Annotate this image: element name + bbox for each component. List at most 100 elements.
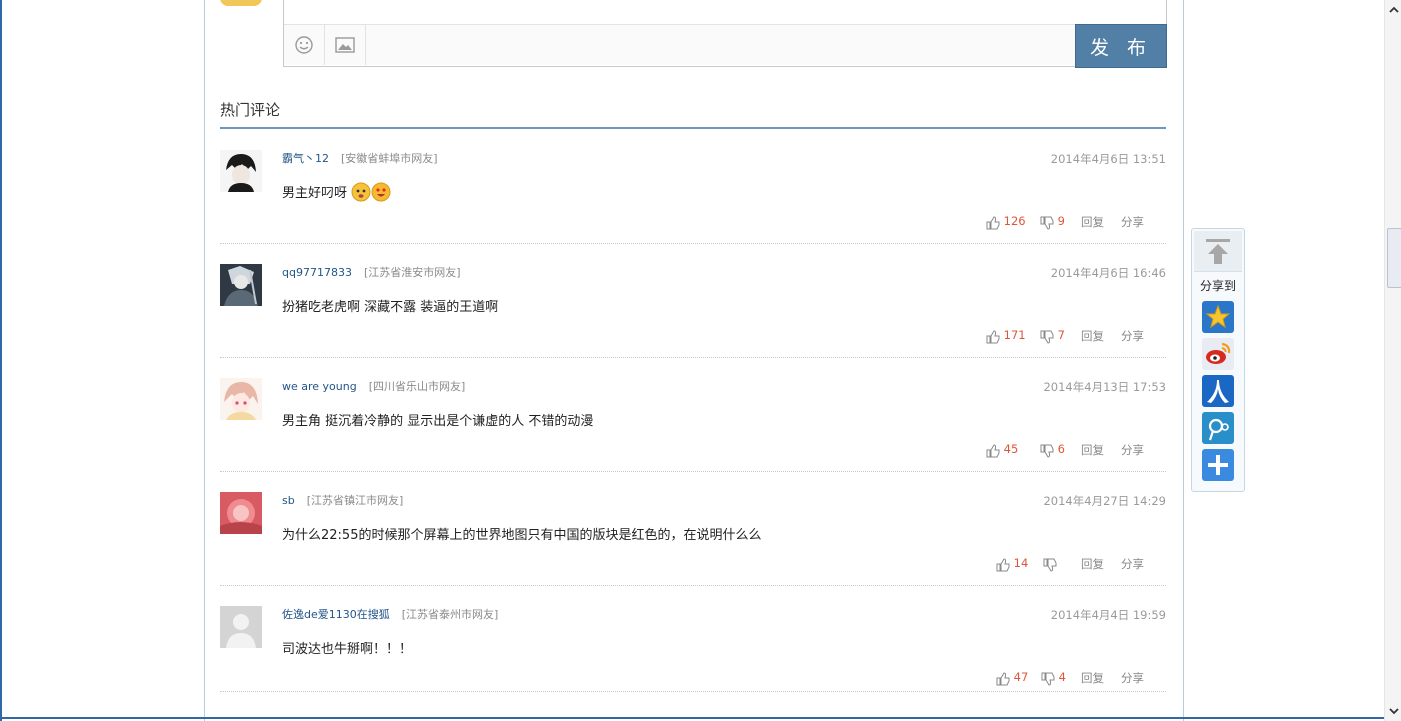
share-more-button[interactable]: [1202, 449, 1234, 481]
like-button[interactable]: 14: [996, 556, 1028, 572]
image-icon: [335, 37, 355, 53]
comment-content: 司波达也牛掰啊！！！: [282, 642, 413, 657]
comment-editor: 发 布: [283, 0, 1167, 68]
thumb-down-icon: [1040, 216, 1054, 230]
comment-item: 霸气丶12 [安徽省蚌埠市网友] 2014年4月6日 13:51 男主好叼呀 12…: [220, 142, 1166, 256]
username[interactable]: qq97717833 [江苏省淮安市网友]: [282, 264, 461, 280]
share-link[interactable]: 分享: [1121, 214, 1144, 230]
hot-comments-title: 热门评论: [220, 101, 281, 119]
plus-icon: [1208, 455, 1228, 475]
comment-divider: [220, 585, 1166, 586]
thumb-up-icon: [986, 444, 1000, 458]
user-location: [江苏省泰州市网友]: [401, 608, 499, 621]
dislike-button[interactable]: [1043, 556, 1057, 572]
comment-divider: [220, 357, 1166, 358]
comment-actions: 45 6 回复 分享: [986, 442, 1166, 458]
avatar[interactable]: [220, 378, 262, 420]
comment-content: 男主好叼呀: [282, 182, 391, 202]
thumb-down-icon: [1040, 330, 1054, 344]
user-location: [江苏省淮安市网友]: [363, 266, 461, 279]
avatar[interactable]: [220, 264, 262, 306]
thumb-up-icon: [986, 330, 1000, 344]
comment-content: 为什么22:55的时候那个屏幕上的世界地图只有中国的版块是红色的，在说明什么么: [282, 528, 762, 543]
share-link[interactable]: 分享: [1121, 442, 1144, 458]
username[interactable]: 佐逸de爱1130在搜狐 [江苏省泰州市网友]: [282, 606, 498, 622]
thumb-up-icon: [996, 672, 1010, 686]
emoji-heart-eyes-icon: [371, 182, 391, 202]
comment-divider: [220, 243, 1166, 244]
section-divider: [220, 127, 1166, 129]
arrow-up-to-top-icon: [1206, 239, 1230, 264]
publish-button[interactable]: 发 布: [1075, 24, 1167, 68]
scroll-up-button[interactable]: [1385, 1, 1401, 18]
smiley-icon: [295, 36, 313, 54]
comment-content: 男主角 挺沉着冷静的 显示出是个谦虚的人 不错的动漫: [282, 414, 594, 429]
share-widget: 分享到: [1191, 228, 1245, 492]
comment-textarea[interactable]: [284, 0, 1166, 25]
thumb-down-icon: [1040, 444, 1054, 458]
dislike-button[interactable]: 6: [1040, 442, 1065, 458]
avatar[interactable]: [220, 606, 262, 648]
emoji-button[interactable]: [284, 25, 325, 65]
avatar[interactable]: [220, 150, 262, 192]
user-location: [四川省乐山市网友]: [368, 380, 466, 393]
dislike-button[interactable]: 7: [1040, 328, 1065, 344]
comment-divider: [220, 471, 1166, 472]
scrollbar-thumb[interactable]: [1387, 228, 1401, 288]
reply-link[interactable]: 回复: [1081, 442, 1104, 458]
comment-item: sb [江苏省镇江市网友] 2014年4月27日 14:29 为什么22:55的时…: [220, 484, 1166, 598]
comment-time: 2014年4月6日 16:46: [1050, 266, 1166, 280]
share-to-label: 分享到: [1199, 279, 1236, 293]
comment-actions: 171 7 回复 分享: [986, 328, 1166, 344]
renren-icon: [1207, 380, 1229, 403]
reply-link[interactable]: 回复: [1081, 670, 1104, 686]
comment-time: 2014年4月4日 19:59: [1050, 608, 1166, 622]
share-link[interactable]: 分享: [1121, 670, 1144, 686]
chevron-down-icon: [1388, 707, 1399, 714]
share-renren-button[interactable]: [1202, 375, 1234, 407]
weibo-icon: [1206, 342, 1231, 364]
username[interactable]: we are young [四川省乐山市网友]: [282, 378, 465, 394]
user-location: [安徽省蚌埠市网友]: [341, 152, 438, 165]
comment-content: 扮猪吃老虎啊 深藏不露 装逼的王道啊: [282, 300, 499, 315]
user-location: [江苏省镇江市网友]: [306, 494, 404, 507]
comment-actions: 126 9 回复 分享: [986, 214, 1166, 230]
share-weibo-button[interactable]: [1202, 338, 1234, 370]
like-button[interactable]: 45: [986, 442, 1018, 458]
comment-actions: 14 回复 分享: [996, 556, 1166, 572]
like-button[interactable]: 171: [986, 328, 1026, 344]
back-to-top-button[interactable]: [1194, 231, 1242, 272]
comment-actions: 47 4 回复 分享: [996, 670, 1166, 686]
share-qzone-button[interactable]: [1202, 301, 1234, 333]
emoji-face-icon: [351, 182, 371, 202]
window-left-border: [0, 0, 2, 721]
comment-time: 2014年4月27日 14:29: [1043, 494, 1166, 508]
dislike-button[interactable]: 4: [1041, 670, 1066, 686]
comment-time: 2014年4月6日 13:51: [1050, 152, 1166, 166]
comment-divider: [220, 691, 1166, 692]
qzone-icon: [1205, 304, 1231, 329]
username[interactable]: 霸气丶12 [安徽省蚌埠市网友]: [282, 150, 438, 166]
current-user-avatar: [220, 0, 262, 6]
share-link[interactable]: 分享: [1121, 328, 1144, 344]
avatar[interactable]: [220, 492, 262, 534]
editor-toolbar: [284, 25, 1166, 65]
share-tencent-weibo-button[interactable]: [1202, 412, 1234, 444]
dislike-button[interactable]: 9: [1040, 214, 1065, 230]
comment-time: 2014年4月13日 17:53: [1043, 380, 1166, 394]
insert-image-button[interactable]: [325, 25, 366, 65]
vertical-scrollbar[interactable]: [1384, 0, 1401, 721]
comment-item: we are young [四川省乐山市网友] 2014年4月13日 17:53 …: [220, 370, 1166, 484]
reply-link[interactable]: 回复: [1081, 214, 1104, 230]
username[interactable]: sb [江苏省镇江市网友]: [282, 492, 403, 508]
thumb-up-icon: [996, 558, 1010, 572]
thumb-down-icon: [1041, 672, 1055, 686]
reply-link[interactable]: 回复: [1081, 328, 1104, 344]
comment-item: qq97717833 [江苏省淮安市网友] 2014年4月6日 16:46 扮猪吃…: [220, 256, 1166, 370]
reply-link[interactable]: 回复: [1081, 556, 1104, 572]
like-button[interactable]: 126: [986, 214, 1026, 230]
scroll-down-button[interactable]: [1385, 702, 1401, 719]
thumb-up-icon: [986, 216, 1000, 230]
share-link[interactable]: 分享: [1121, 556, 1144, 572]
like-button[interactable]: 47: [996, 670, 1028, 686]
